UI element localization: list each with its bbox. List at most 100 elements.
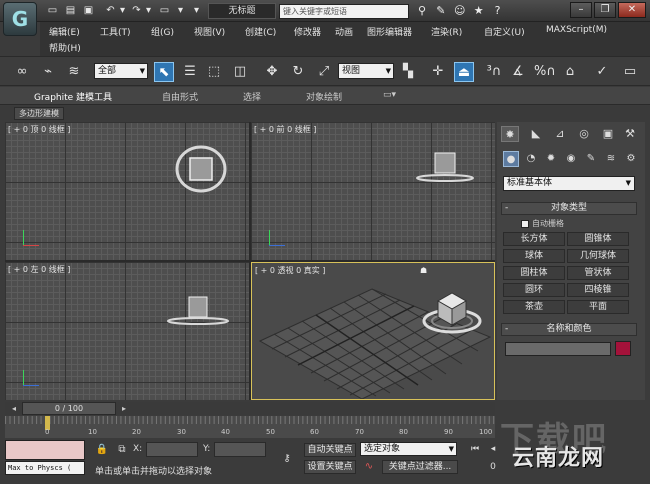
binoculars-icon[interactable]: ⚲ [414, 3, 430, 19]
helpers-icon[interactable]: ✎ [583, 151, 599, 167]
display-tab-icon[interactable]: ▣ [599, 126, 617, 142]
viewport-front[interactable]: [ + 0 前 0 线框 ] [251, 122, 495, 260]
pivot-center-icon[interactable]: ▚ [398, 62, 418, 82]
edit-named-selection-icon[interactable]: ✓ [592, 62, 612, 82]
x-coord-field[interactable] [146, 442, 198, 457]
save-icon[interactable]: ▣ [82, 4, 95, 17]
autogrid-checkbox[interactable]: 自动栅格 [521, 218, 564, 229]
search-input[interactable]: 键入关键字或短语 [279, 4, 409, 19]
primitive-category-dropdown[interactable]: 标准基本体 ▼ [503, 176, 635, 191]
pyramid-button[interactable]: 四棱锥 [567, 283, 629, 297]
rotate-icon[interactable]: ↻ [288, 62, 308, 82]
object-color-swatch[interactable] [615, 341, 631, 356]
app-logo-icon[interactable]: G [3, 2, 37, 36]
absolute-mode-icon[interactable]: ⧉ [115, 443, 129, 457]
key-filters-button[interactable]: 关键点过滤器... [382, 460, 458, 474]
tools-icon[interactable]: ✎ [433, 3, 449, 19]
cylinder-button[interactable]: 圆柱体 [503, 266, 565, 280]
close-button[interactable]: ✕ [618, 2, 646, 18]
viewport-perspective[interactable]: [ + 0 透视 0 真实 ] ☗ [251, 262, 495, 400]
key-selection-dropdown[interactable]: 选定对象 ▼ [360, 442, 457, 456]
sphere-button[interactable]: 球体 [503, 249, 565, 263]
menu-customize[interactable]: 自定义(U) [484, 25, 525, 38]
select-object-icon[interactable]: ⬉ [154, 62, 174, 82]
menu-group[interactable]: 组(G) [151, 25, 174, 38]
systems-icon[interactable]: ⚙ [623, 151, 639, 167]
percent-snap-icon[interactable]: %∩ [534, 62, 556, 82]
motion-tab-icon[interactable]: ◎ [575, 126, 593, 142]
snaps-toggle-icon[interactable]: ³∩ [484, 62, 504, 82]
menu-tools[interactable]: 工具(T) [100, 25, 131, 38]
key-icon[interactable]: ⚷ [280, 452, 294, 466]
plane-button[interactable]: 平面 [567, 300, 629, 314]
tab-freeform[interactable]: 自由形式 [162, 90, 198, 103]
maxscript-mini-listener[interactable]: Max to Physcs ( [5, 461, 85, 475]
move-icon[interactable]: ✥ [262, 62, 282, 82]
menu-graph-editors[interactable]: 图形编辑器 [367, 25, 412, 38]
ribbon-options-icon[interactable]: ▭▾ [383, 90, 396, 100]
user-icon[interactable]: ☺ [452, 3, 468, 19]
hierarchy-tab-icon[interactable]: ⊿ [551, 126, 569, 142]
selection-filter-dropdown[interactable]: 全部 ▼ [94, 63, 148, 79]
project-folder-icon[interactable]: ▭ [158, 4, 171, 17]
menu-rendering[interactable]: 渲染(R) [431, 25, 462, 38]
teapot-button[interactable]: 茶壶 [503, 300, 565, 314]
viewport-left[interactable]: [ + 0 左 0 线框 ] [5, 262, 249, 400]
object-type-rollout[interactable]: - 对象类型 [501, 202, 637, 215]
workspace-icon[interactable]: ▾ [190, 4, 203, 17]
menu-modifiers[interactable]: 修改器 [294, 25, 321, 38]
scale-icon[interactable]: ⤢ [314, 62, 334, 82]
menu-views[interactable]: 视图(V) [194, 25, 225, 38]
quick-access-menu-icon[interactable]: ▾ [174, 4, 187, 17]
maximize-button[interactable]: ❐ [594, 2, 616, 18]
bind-space-warp-icon[interactable]: ≋ [64, 62, 84, 82]
tab-object-paint[interactable]: 对象绘制 [306, 90, 342, 103]
menu-create[interactable]: 创建(C) [245, 25, 276, 38]
viewport-left-label[interactable]: [ + 0 左 0 线框 ] [8, 264, 70, 275]
viewport-front-label[interactable]: [ + 0 前 0 线框 ] [254, 124, 316, 135]
angle-snap-icon[interactable]: ∡ [508, 62, 528, 82]
menu-animation[interactable]: 动画 [335, 25, 353, 38]
y-coord-field[interactable] [214, 442, 266, 457]
cameras-icon[interactable]: ◉ [563, 151, 579, 167]
cone-button[interactable]: 圆锥体 [567, 232, 629, 246]
star-icon[interactable]: ★ [471, 3, 487, 19]
tab-selection[interactable]: 选择 [243, 90, 261, 103]
window-crossing-icon[interactable]: ◫ [230, 62, 250, 82]
tab-graphite-modeling[interactable]: Graphite 建模工具 [34, 90, 112, 103]
time-slider-prev-icon[interactable]: ◂ [8, 402, 20, 415]
modify-tab-icon[interactable]: ◣ [527, 126, 545, 142]
current-frame-field[interactable]: 0 [486, 460, 500, 474]
previous-frame-icon[interactable]: ◂ [486, 442, 500, 456]
object-name-field[interactable] [505, 342, 611, 356]
set-keys-icon[interactable]: ∿ [362, 460, 376, 474]
minimize-button[interactable]: – [570, 2, 592, 18]
polygon-modeling-panel[interactable]: 多边形建模 [14, 107, 64, 120]
open-file-icon[interactable]: ▤ [64, 4, 77, 17]
select-manipulate-icon[interactable]: ✛ [428, 62, 448, 82]
selection-lock-icon[interactable]: 🔒 [95, 443, 109, 457]
go-to-start-icon[interactable]: ⏮ [468, 442, 482, 456]
spinner-snap-icon[interactable]: ⌂ [560, 62, 580, 82]
create-tab-icon[interactable]: ✸ [501, 126, 519, 142]
tube-button[interactable]: 管状体 [567, 266, 629, 280]
time-slider-next-icon[interactable]: ▸ [118, 402, 130, 415]
maxscript-listener[interactable] [5, 440, 85, 460]
set-key-button[interactable]: 设置关键点 [304, 460, 356, 474]
time-slider[interactable]: ◂ 0 / 100 ▸ [5, 402, 495, 415]
auto-key-button[interactable]: 自动关键点 [304, 443, 356, 457]
name-color-rollout[interactable]: - 名称和颜色 [501, 323, 637, 336]
viewport-top-label[interactable]: [ + 0 顶 0 线框 ] [8, 124, 70, 135]
link-icon[interactable]: ∞ [12, 62, 32, 82]
menu-help[interactable]: 帮助(H) [49, 41, 81, 54]
torus-button[interactable]: 圆环 [503, 283, 565, 297]
reference-coordinate-dropdown[interactable]: 视图 ▼ [338, 63, 394, 79]
select-by-name-icon[interactable]: ☰ [180, 62, 200, 82]
named-selection-set-icon[interactable]: ▭ [618, 62, 642, 82]
track-bar[interactable]: 0 10 20 30 40 50 60 70 80 90 100 [5, 416, 495, 438]
undo-dropdown-icon[interactable]: ▾ [116, 4, 129, 17]
help-icon[interactable]: ? [490, 3, 506, 19]
menu-edit[interactable]: 编辑(E) [49, 25, 80, 38]
geosphere-button[interactable]: 几何球体 [567, 249, 629, 263]
space-warps-icon[interactable]: ≋ [603, 151, 619, 167]
